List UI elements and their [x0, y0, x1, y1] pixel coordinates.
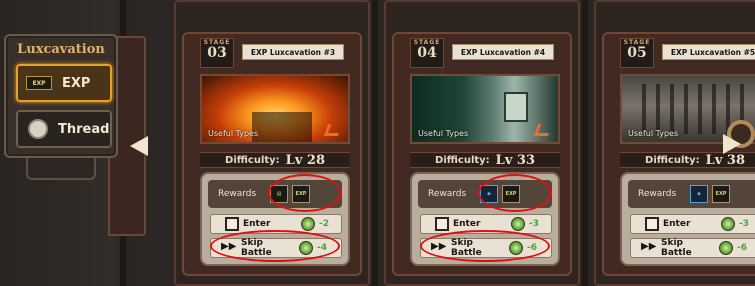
- enter-button[interactable]: Enter -3: [630, 214, 755, 234]
- card-actions: Rewards ▤ EXP Enter -2 ▶▶ Skip Battle -4: [200, 172, 350, 266]
- difficulty-label: Difficulty:: [225, 154, 280, 166]
- module-icon[interactable]: ◈: [690, 185, 708, 203]
- exp-ticket-icon: EXP: [26, 76, 52, 90]
- menu-item-exp[interactable]: EXP EXP: [16, 64, 112, 102]
- difficulty-label: Difficulty:: [645, 154, 700, 166]
- skip-label: Skip Battle: [661, 238, 692, 258]
- art-caption: Useful Types: [208, 129, 259, 138]
- skip-battle-button[interactable]: ▶▶ Skip Battle -4: [210, 238, 342, 258]
- difficulty-level: Lv 38: [705, 152, 745, 168]
- fast-forward-icon: ▶▶: [221, 241, 237, 252]
- stage-card-03[interactable]: STAGE 03 EXP Luxcavation #3 Useful Types…: [174, 0, 370, 286]
- stage-badge: STAGE 04: [410, 38, 444, 68]
- wall-seam: [582, 0, 588, 286]
- skip-cost: -4: [317, 243, 327, 253]
- exp-ticket-icon[interactable]: EXP: [712, 185, 730, 203]
- difficulty-level: Lv 28: [285, 152, 325, 168]
- menu-pipe-decoration: [26, 158, 96, 180]
- stage-art: Useful Types: [410, 74, 560, 144]
- menu-item-label: Thread: [58, 121, 110, 137]
- door-illustration: [504, 92, 528, 122]
- rewards-row: Rewards ◈ EXP: [418, 180, 552, 208]
- thread-icon: [28, 119, 48, 139]
- stage-badge: STAGE 05: [620, 38, 654, 68]
- door-icon: [225, 217, 239, 231]
- art-caption: Useful Types: [418, 129, 469, 138]
- menu-item-label: EXP: [62, 75, 91, 91]
- enter-label: Enter: [243, 219, 271, 229]
- enter-button[interactable]: Enter -2: [210, 214, 342, 234]
- card-actions: Rewards ◈ EXP Enter -3 ▶▶ Skip Battle -6: [620, 172, 755, 266]
- skip-battle-button[interactable]: ▶▶ Skip Battle -6: [630, 238, 755, 258]
- stage-number: 04: [417, 45, 437, 61]
- type-mark-icon: [533, 124, 553, 136]
- difficulty-label: Difficulty:: [435, 154, 490, 166]
- ticket-icon[interactable]: ▤: [270, 185, 288, 203]
- wall-seam: [372, 0, 378, 286]
- stamina-icon: [299, 241, 313, 255]
- stamina-icon: [721, 217, 735, 231]
- stamina-icon: [511, 217, 525, 231]
- rewards-label: Rewards: [428, 189, 467, 199]
- skip-cost: -6: [527, 243, 537, 253]
- difficulty-row: Difficulty: Lv 33: [410, 152, 560, 168]
- stage-card-04[interactable]: STAGE 04 EXP Luxcavation #4 Useful Types…: [384, 0, 580, 286]
- module-icon[interactable]: ◈: [480, 185, 498, 203]
- fast-forward-icon: ▶▶: [641, 241, 657, 252]
- luxcavation-menu: Luxcavation EXP EXP Thread: [4, 34, 118, 158]
- difficulty-row: Difficulty: Lv 28: [200, 152, 350, 168]
- skip-label: Skip Battle: [241, 238, 272, 258]
- card-actions: Rewards ◈ EXP Enter -3 ▶▶ Skip Battle -6: [410, 172, 560, 266]
- enter-cost: -3: [529, 219, 539, 229]
- enter-label: Enter: [663, 219, 691, 229]
- stamina-icon: [301, 217, 315, 231]
- rewards-row: Rewards ▤ EXP: [208, 180, 342, 208]
- difficulty-level: Lv 33: [495, 152, 535, 168]
- stamina-icon: [719, 241, 733, 255]
- type-mark-icon: [323, 124, 343, 136]
- door-icon: [435, 217, 449, 231]
- stage-art: Useful Types: [200, 74, 350, 144]
- skip-cost: -6: [737, 243, 747, 253]
- difficulty-row: Difficulty: Lv 38: [620, 152, 755, 168]
- stage-badge: STAGE 03: [200, 38, 234, 68]
- stage-number: 05: [627, 45, 647, 61]
- enter-cost: -3: [739, 219, 749, 229]
- art-caption: Useful Types: [628, 129, 679, 138]
- exp-ticket-icon[interactable]: EXP: [292, 185, 310, 203]
- rewards-label: Rewards: [218, 189, 257, 199]
- rewards-label: Rewards: [638, 189, 677, 199]
- enter-label: Enter: [453, 219, 481, 229]
- menu-title: Luxcavation: [17, 42, 105, 57]
- rewards-row: Rewards ◈ EXP: [628, 180, 755, 208]
- skip-battle-button[interactable]: ▶▶ Skip Battle -6: [420, 238, 552, 258]
- stage-title: EXP Luxcavation #3: [242, 44, 344, 60]
- exp-ticket-icon[interactable]: EXP: [502, 185, 520, 203]
- arrow-left-icon[interactable]: [130, 136, 148, 156]
- menu-item-thread[interactable]: Thread: [16, 110, 112, 148]
- door-icon: [645, 217, 659, 231]
- building-silhouette: [252, 112, 312, 142]
- stamina-icon: [509, 241, 523, 255]
- enter-button[interactable]: Enter -3: [420, 214, 552, 234]
- skip-label: Skip Battle: [451, 238, 482, 258]
- enter-cost: -2: [319, 219, 329, 229]
- stage-title: EXP Luxcavation #4: [452, 44, 554, 60]
- fast-forward-icon: ▶▶: [431, 241, 447, 252]
- arrow-right-icon[interactable]: [723, 134, 741, 154]
- stage-title: EXP Luxcavation #5: [662, 44, 755, 60]
- stage-number: 03: [207, 45, 227, 61]
